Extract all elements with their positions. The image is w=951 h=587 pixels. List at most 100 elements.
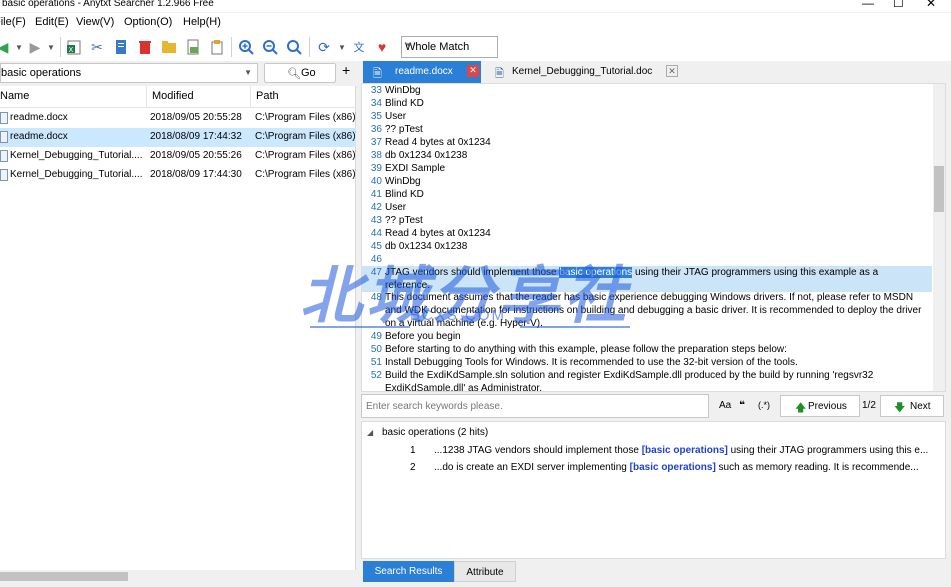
match-mode-select[interactable]: Whole Match ▼ xyxy=(401,36,498,58)
menu-edit[interactable]: Edit(E) xyxy=(35,16,69,28)
open-folder-icon[interactable] xyxy=(160,38,178,56)
regex-toggle[interactable]: (.*) xyxy=(758,400,770,410)
next-button[interactable]: 🡇 Next xyxy=(880,395,944,417)
go-button[interactable]: 🔍︎ Go xyxy=(264,63,336,83)
file-path: C:\Program Files (x86)\ xyxy=(255,131,356,142)
chevron-down-icon: ▼ xyxy=(405,41,413,50)
chevron-down-icon[interactable]: ▼ xyxy=(244,68,252,77)
search-input[interactable]: basic operations ▼ xyxy=(0,63,258,83)
collapse-arrow-icon[interactable]: ◢ xyxy=(367,428,373,437)
file-modified: 2018/09/05 20:55:28 xyxy=(150,112,242,123)
arrow-up-icon: 🡅 xyxy=(795,402,807,414)
scrollbar-thumb[interactable] xyxy=(934,166,944,212)
column-header-path[interactable]: Path xyxy=(256,90,279,102)
translate-icon[interactable]: 文 xyxy=(350,38,368,56)
menu-option[interactable]: Option(O) xyxy=(124,16,172,28)
docx-icon: 🗎 xyxy=(373,68,382,80)
scrollbar-thumb[interactable] xyxy=(0,572,128,581)
next-label: Next xyxy=(910,401,931,412)
document-tabs: 🗎 readme.docx ✕ 🗎 Kernel_Debugging_Tutor… xyxy=(361,61,951,83)
zoom-in-icon[interactable] xyxy=(237,38,255,56)
file-modified: 2018/08/09 17:44:32 xyxy=(150,131,242,142)
result-snippet: ...do is create an EXDI server implement… xyxy=(434,462,919,473)
keyword-highlight: basic operations xyxy=(559,267,633,278)
doc-file-icon xyxy=(0,150,8,162)
heart-icon[interactable]: ♥ xyxy=(373,38,391,56)
file-name: Kernel_Debugging_Tutorial.... xyxy=(10,150,143,161)
result-number: 2 xyxy=(410,462,416,473)
minimize-icon[interactable]: — xyxy=(862,0,874,10)
file-path: C:\Program Files (x86)\ xyxy=(255,112,356,123)
results-group-label[interactable]: basic operations (2 hits) xyxy=(382,427,488,438)
file-name: readme.docx xyxy=(10,112,68,123)
menu-view[interactable]: View(V) xyxy=(76,16,114,28)
result-number: 1 xyxy=(410,445,416,456)
add-search-button[interactable]: + xyxy=(342,62,350,78)
previous-button[interactable]: 🡅 Previous xyxy=(780,395,860,417)
previous-label: Previous xyxy=(808,401,847,412)
maximize-icon[interactable]: ☐ xyxy=(893,0,904,10)
window-title: basic operations - Anytxt Searcher 1.2.9… xyxy=(2,0,214,9)
refresh-dropdown-icon[interactable]: ▼ xyxy=(333,38,351,56)
hit-counter: 1/2 xyxy=(862,400,876,411)
table-row[interactable]: Kernel_Debugging_Tutorial.... 2018/08/09… xyxy=(0,166,356,185)
tab-label: Kernel_Debugging_Tutorial.doc xyxy=(512,66,653,77)
tab-label: readme.docx xyxy=(395,66,453,77)
toolbar-separator xyxy=(231,37,232,57)
open-file-icon[interactable] xyxy=(184,38,202,56)
menu-file[interactable]: File(F) xyxy=(0,16,26,28)
search-icon: 🔍︎ xyxy=(287,68,301,80)
table-row[interactable]: readme.docx 2018/08/09 17:44:32 C:\Progr… xyxy=(0,128,356,147)
whole-word-toggle[interactable]: ❝ xyxy=(739,400,745,411)
horizontal-scrollbar[interactable] xyxy=(0,570,356,583)
toolbar: ◀ ▼ ▶ ▼ X ✂ ⟳ ▼ 文 ♥ Whole Match ▼ xyxy=(0,33,951,61)
tab-readme[interactable]: 🗎 readme.docx ✕ xyxy=(363,61,481,83)
find-input[interactable]: Enter search keywords please. xyxy=(361,394,709,418)
document-preview[interactable]: 33 WinDbg 34 Blind KD 35 User 36?? pTest 37… xyxy=(361,83,946,392)
export-excel-icon[interactable]: X xyxy=(65,38,83,56)
menu-help[interactable]: Help(H) xyxy=(183,16,221,28)
zoom-out-icon[interactable] xyxy=(261,38,279,56)
copy-path-icon[interactable] xyxy=(208,38,226,56)
close-tab-icon[interactable]: ✕ xyxy=(467,65,479,77)
close-tab-icon[interactable]: ✕ xyxy=(666,65,678,77)
title-bar: basic operations - Anytxt Searcher 1.2.9… xyxy=(0,0,951,12)
cut-icon[interactable]: ✂ xyxy=(88,38,106,56)
column-divider[interactable] xyxy=(146,86,147,108)
preview-line: 48 This document assumes that the reader… xyxy=(370,292,922,329)
copy-icon[interactable] xyxy=(112,38,130,56)
doc-icon: 🗎 xyxy=(495,68,504,80)
forward-dropdown-icon[interactable]: ▼ xyxy=(42,38,60,56)
file-name: Kernel_Debugging_Tutorial.... xyxy=(10,169,143,180)
file-modified: 2018/09/05 20:55:26 xyxy=(150,150,242,161)
table-row[interactable]: Kernel_Debugging_Tutorial.... 2018/09/05… xyxy=(0,147,356,166)
go-label: Go xyxy=(301,67,316,79)
match-case-toggle[interactable]: Aa xyxy=(719,400,731,411)
close-icon[interactable]: ✕ xyxy=(926,0,936,10)
delete-icon[interactable] xyxy=(136,38,154,56)
file-path: C:\Program Files (x86)\ xyxy=(255,169,356,180)
file-path: C:\Program Files (x86)\ xyxy=(255,150,356,161)
search-query: basic operations xyxy=(1,67,82,79)
vertical-scrollbar[interactable] xyxy=(933,84,945,391)
bottom-tabs: Search Results Attribute xyxy=(361,561,946,582)
svg-text:X: X xyxy=(69,46,74,54)
tab-kernel-debugging[interactable]: 🗎 Kernel_Debugging_Tutorial.doc ✕ xyxy=(485,61,679,83)
refresh-icon[interactable]: ⟳ xyxy=(315,38,333,56)
zoom-reset-icon[interactable] xyxy=(285,38,303,56)
app-window: basic operations - Anytxt Searcher 1.2.9… xyxy=(0,0,951,587)
column-divider[interactable] xyxy=(250,86,251,108)
tab-search-results[interactable]: Search Results xyxy=(363,561,454,582)
toolbar-separator xyxy=(309,37,310,57)
menu-bar: File(F) Edit(E) View(V) Option(O) Help(H… xyxy=(0,13,951,33)
file-list-header: Name Modified Path xyxy=(0,86,356,108)
find-placeholder: Enter search keywords please. xyxy=(366,401,503,412)
column-header-name[interactable]: Name xyxy=(0,90,29,102)
find-bar: Enter search keywords please. Aa ❝ (.*) … xyxy=(361,394,946,418)
tab-attribute[interactable]: Attribute xyxy=(454,561,516,582)
column-header-modified[interactable]: Modified xyxy=(152,90,194,102)
result-snippet: ...1238 JTAG vendors should implement th… xyxy=(434,445,929,456)
docx-file-icon xyxy=(0,131,8,143)
table-row[interactable]: readme.docx 2018/09/05 20:55:28 C:\Progr… xyxy=(0,109,356,128)
toolbar-separator xyxy=(60,37,61,57)
